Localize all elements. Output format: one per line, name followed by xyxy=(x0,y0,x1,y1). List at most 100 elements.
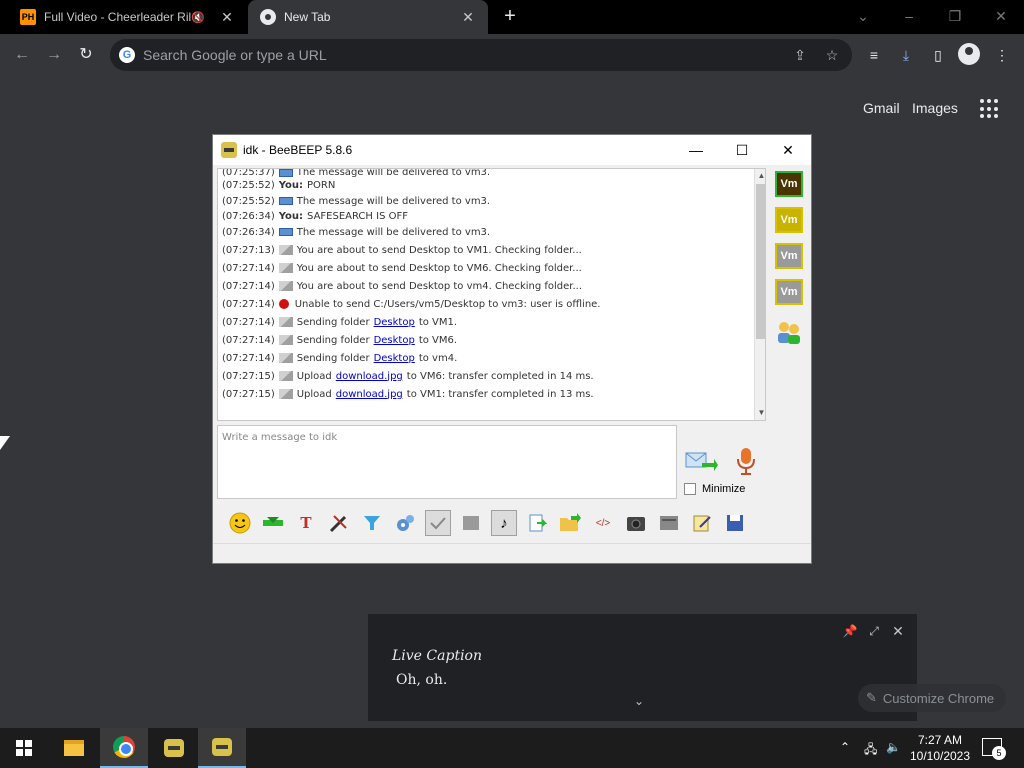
media-queue-icon[interactable]: ≡ xyxy=(862,43,886,67)
message-text: The message will be delivered to vm3. xyxy=(296,195,491,207)
music-note-icon[interactable]: ♪ xyxy=(491,510,517,536)
word-completer-icon[interactable] xyxy=(458,510,484,536)
tab-strip: PH Full Video - Cheerleader Rile 🔇 ✕ New… xyxy=(0,0,1024,34)
chrome-taskbar-button[interactable] xyxy=(100,728,148,768)
send-file-icon[interactable] xyxy=(524,510,550,536)
system-clock[interactable]: 7:27 AM 10/10/2023 xyxy=(906,732,974,764)
edit-notes-icon[interactable] xyxy=(689,510,715,536)
chat-message: (07:27:13) You are about to send Desktop … xyxy=(222,241,752,259)
user-vm-avatar[interactable]: Vm xyxy=(775,207,803,233)
scroll-thumb[interactable] xyxy=(756,184,765,339)
screenshot-camera-icon[interactable] xyxy=(623,510,649,536)
file-link[interactable]: download.jpg xyxy=(336,389,403,400)
message-text: Sending folder xyxy=(296,334,370,346)
minimize-checkbox[interactable] xyxy=(684,483,696,495)
chat-message: (07:27:14) Sending folder Desktop to VM1. xyxy=(222,313,752,331)
minimize-window-button[interactable]: – xyxy=(894,4,924,28)
expand-icon[interactable]: ⤢ xyxy=(866,623,882,639)
message-text: You are about to send Desktop to vm4. Ch… xyxy=(296,280,583,292)
google-apps-grid-icon[interactable] xyxy=(980,99,1000,119)
tray-chevron-up-icon[interactable]: ⌃ xyxy=(840,740,850,754)
file-link[interactable]: Desktop xyxy=(374,353,415,364)
network-icon[interactable]: 🖧 xyxy=(864,740,877,761)
user-vm-avatar[interactable]: Vm xyxy=(775,243,803,269)
download-icon[interactable]: ⤓ xyxy=(894,43,918,67)
reload-icon[interactable]: ↻ xyxy=(74,43,98,67)
clock-time: 7:27 AM xyxy=(917,733,963,747)
chat-history[interactable]: (07:25:37) The message will be delivered … xyxy=(217,168,766,421)
kebab-menu-icon[interactable]: ⋮ xyxy=(990,43,1014,67)
close-icon[interactable]: ✕ xyxy=(890,623,906,639)
user-list: Vm Vm Vm Vm xyxy=(775,171,805,350)
scroll-up-arrow-icon[interactable]: ▲ xyxy=(755,169,765,183)
font-icon[interactable]: T xyxy=(293,510,319,536)
file-link[interactable]: Desktop xyxy=(374,335,415,346)
spellcheck-icon[interactable] xyxy=(425,510,451,536)
profile-avatar-icon[interactable] xyxy=(958,43,980,65)
chevron-down-icon[interactable]: ⌄ xyxy=(634,694,644,708)
save-chat-icon[interactable] xyxy=(260,510,286,536)
folder-transfer-icon xyxy=(278,317,293,327)
send-folder-icon[interactable] xyxy=(557,510,583,536)
close-button[interactable]: ✕ xyxy=(765,142,811,159)
back-arrow-icon[interactable]: ← xyxy=(10,43,34,67)
bookmark-star-icon[interactable]: ☆ xyxy=(820,43,844,67)
share-icon[interactable]: ⇪ xyxy=(788,43,812,67)
speaker-muted-icon[interactable]: 🔇 xyxy=(191,11,205,24)
user-vm-avatar[interactable]: Vm xyxy=(775,279,803,305)
omnibox[interactable]: G Search Google or type a URL ⇪ ☆ xyxy=(110,39,852,71)
filter-funnel-icon[interactable] xyxy=(359,510,385,536)
chat-scrollbar[interactable]: ▲ ▼ xyxy=(754,169,765,420)
beebeep-icon xyxy=(212,738,232,756)
close-window-button[interactable]: ✕ xyxy=(986,4,1016,28)
file-explorer-button[interactable] xyxy=(50,728,98,768)
save-disk-icon[interactable] xyxy=(722,510,748,536)
customize-chrome-button[interactable]: ✎ Customize Chrome xyxy=(858,684,1006,712)
tab-search-chevron-icon[interactable]: ⌄ xyxy=(848,4,878,28)
side-panel-icon[interactable]: ▯ xyxy=(926,43,950,67)
images-link[interactable]: Images xyxy=(912,100,958,116)
minimize-checkbox-row[interactable]: Minimize xyxy=(684,483,745,495)
start-button[interactable] xyxy=(0,728,48,768)
close-tab-icon[interactable]: ✕ xyxy=(458,9,478,26)
forward-arrow-icon[interactable]: → xyxy=(42,43,66,67)
beebeep-taskbar-button[interactable] xyxy=(150,728,198,768)
color-pencil-icon[interactable] xyxy=(326,510,352,536)
emoticon-icon[interactable] xyxy=(227,510,253,536)
minimize-button[interactable]: — xyxy=(673,142,719,158)
beebeep-chat-taskbar-button[interactable] xyxy=(198,728,246,768)
chat-message: (07:27:15) Upload download.jpg to VM6: tran… xyxy=(222,367,752,385)
close-tab-icon[interactable]: ✕ xyxy=(217,9,237,26)
tab-new-tab[interactable]: New Tab ✕ xyxy=(248,0,488,34)
send-message-icon[interactable] xyxy=(684,447,718,475)
message-input[interactable]: Write a message to idk xyxy=(217,425,677,499)
message-text: The message will be delivered to vm3. xyxy=(296,168,491,178)
error-icon xyxy=(278,299,289,309)
volume-muted-icon[interactable]: 🔈 xyxy=(886,740,901,754)
sender-label: You: xyxy=(278,180,304,191)
settings-gears-icon[interactable] xyxy=(392,510,418,536)
new-tab-button[interactable]: + xyxy=(498,4,522,28)
maximize-button[interactable]: ☐ xyxy=(719,142,765,159)
file-link[interactable]: download.jpg xyxy=(336,371,403,382)
omnibox-placeholder[interactable]: Search Google or type a URL xyxy=(143,47,788,63)
chat-message: (07:27:14) You are about to send Desktop … xyxy=(222,277,752,295)
html-code-icon[interactable]: </> xyxy=(590,510,616,536)
tab-title: Full Video - Cheerleader Rile xyxy=(44,10,192,24)
restore-window-button[interactable]: ❐ xyxy=(940,4,970,28)
gmail-link[interactable]: Gmail xyxy=(863,100,900,116)
file-link[interactable]: Desktop xyxy=(374,317,415,328)
message-text: to vm4. xyxy=(418,352,458,364)
tab-video[interactable]: PH Full Video - Cheerleader Rile 🔇 ✕ xyxy=(0,0,247,34)
message-text: Upload xyxy=(296,370,332,382)
beebeep-title-bar[interactable]: idk - BeeBEEP 5.8.6 — ☐ ✕ xyxy=(213,135,811,165)
message-text: to VM1. xyxy=(418,316,458,328)
user-vm-avatar[interactable]: Vm xyxy=(775,171,803,197)
pin-icon[interactable]: 📌 xyxy=(842,623,858,639)
chat-message: (07:27:14) Sending folder Desktop to VM6. xyxy=(222,331,752,349)
group-users-icon[interactable] xyxy=(775,319,803,345)
clear-chat-icon[interactable] xyxy=(656,510,682,536)
folder-transfer-icon xyxy=(278,353,293,363)
microphone-icon[interactable] xyxy=(735,446,757,476)
scroll-down-arrow-icon[interactable]: ▼ xyxy=(755,406,765,420)
